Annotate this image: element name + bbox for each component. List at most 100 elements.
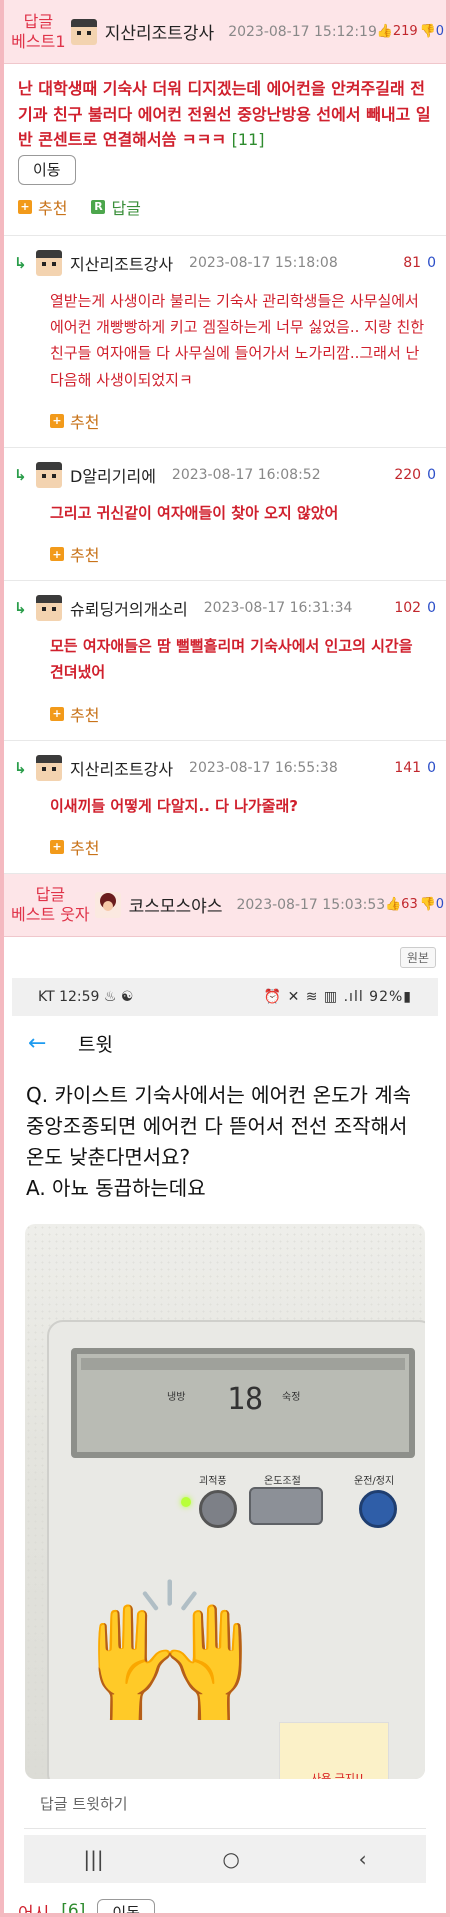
best1-label: 답글 베스트1	[6, 12, 71, 52]
best2-label-line1: 답글	[35, 884, 66, 904]
tweet-photo: 냉방 18 숙정 괴적풍 온도조절 운전/정지 사용 금지!! 🙌	[25, 1223, 425, 1779]
lcd-display: 냉방 18 숙정	[71, 1347, 415, 1458]
reply-item: ↳ 슈뢰딩거의개소리 2023-08-17 16:31:34 102 0 모든 …	[0, 580, 450, 740]
recent-apps-icon: |||	[83, 1846, 104, 1871]
reply-header: ↳ 지산리조트강사 2023-08-17 16:55:38 141 0	[14, 751, 436, 785]
recommend-label: 추천	[70, 705, 100, 725]
plus-icon: +	[50, 547, 64, 562]
reply-item: ↳ 지산리조트강사 2023-08-17 16:55:38 141 0 이새끼들…	[0, 739, 450, 873]
sticker-text: 사용 금지!!	[311, 1771, 364, 1779]
best1-comment: 난 대학생때 기숙사 더워 디지겠는데 에어컨을 안켜주길래 전기과 친구 불러…	[18, 79, 431, 150]
reply-arrow-icon: ↳	[14, 465, 27, 484]
original-image-button[interactable]: 원본	[399, 946, 436, 968]
device-label-fan: 괴적풍	[199, 1475, 227, 1487]
reply-actions: + 추천	[14, 399, 436, 441]
avatar[interactable]	[36, 461, 62, 488]
recommend-label: 추천	[38, 198, 68, 218]
reply-text: 이새끼들 어떻게 다알지.. 다 나가줄래?	[50, 796, 298, 815]
recommend-button[interactable]: + 추천	[50, 702, 436, 726]
reply-arrow-icon: ↳	[14, 599, 27, 618]
action-row: + 추천 R 답글	[18, 185, 432, 227]
avatar[interactable]	[36, 754, 62, 781]
votes-up: 141	[394, 759, 422, 776]
reply-header: ↳ D알리기리에 2023-08-17 16:08:52 220 0	[14, 458, 436, 492]
avatar[interactable]	[36, 595, 62, 622]
raised-hands-icon: 🙌	[83, 1571, 258, 1735]
best1-label-line2: 베스트1	[11, 31, 66, 51]
back-arrow-icon: ←	[28, 1031, 47, 1057]
votes-down: 0	[435, 897, 444, 913]
thumbs-up-icon[interactable]: 👍	[377, 24, 393, 39]
best2-label: 답글 베스트 웃자	[6, 885, 95, 925]
avatar[interactable]	[94, 891, 121, 918]
username[interactable]: 슈뢰딩거의개소리	[70, 596, 188, 620]
username[interactable]: D알리기리에	[70, 463, 156, 487]
temp-arrows	[249, 1486, 323, 1525]
post-date: 2023-08-17 16:08:52	[171, 466, 321, 483]
vote-counts: 👍 219 👎 0	[377, 24, 444, 39]
reply-text: 열받는게 사생이라 불리는 기숙사 관리학생들은 사무실에서 에어컨 개빵빵하게…	[50, 291, 425, 389]
fan-knob	[199, 1489, 237, 1528]
footer-line: 어시 [6] 이동	[18, 1897, 432, 1917]
move-button[interactable]: 이동	[97, 1898, 155, 1917]
recommend-label: 추천	[70, 412, 100, 432]
reply-label: 답글	[111, 198, 141, 218]
home-icon: ○	[222, 1846, 240, 1871]
tweet-text: Q. 카이스트 기숙사에서는 에어컨 온도가 계속 중앙조종되면 에어컨 다 뜯…	[26, 1082, 412, 1200]
tweet-header: ← 트윗	[12, 1016, 438, 1072]
recommend-button[interactable]: + 추천	[18, 195, 67, 219]
thumbs-up-icon[interactable]: 👍	[385, 897, 401, 912]
post-date: 2023-08-17 15:18:08	[189, 254, 338, 271]
username[interactable]: 지산리조트강사	[70, 251, 173, 275]
status-led	[181, 1496, 191, 1507]
username[interactable]: 코스모스야스	[129, 892, 223, 917]
recommend-button[interactable]: + 추천	[50, 542, 436, 566]
phone-status-bar: KT 12:59 ♨ ☯ ⏰ ✕ ≋ ▥ .ıll 92%▮	[12, 977, 438, 1016]
reply-item: ↳ D알리기리에 2023-08-17 16:08:52 220 0 그리고 귀…	[0, 446, 450, 580]
embedded-screenshot: KT 12:59 ♨ ☯ ⏰ ✕ ≋ ▥ .ıll 92%▮ ← 트윗 Q. 카…	[12, 977, 438, 1883]
thumbs-down-icon[interactable]: 👎	[420, 24, 436, 39]
device-label-temp: 온도조절	[264, 1475, 301, 1487]
avatar[interactable]	[70, 18, 97, 45]
reply-count: [11]	[231, 130, 265, 150]
username[interactable]: 지산리조트강사	[105, 19, 214, 44]
recommend-button[interactable]: + 추천	[50, 409, 436, 433]
username[interactable]: 지산리조트강사	[70, 756, 173, 780]
votes-down: 0	[427, 254, 436, 271]
best2-header: 답글 베스트 웃자 코스모스야스 2023-08-17 15:03:53 👍 6…	[0, 872, 450, 937]
recommend-label: 추천	[70, 546, 100, 566]
votes-up: 219	[392, 24, 418, 39]
reply-arrow-icon: ↳	[14, 253, 27, 272]
votes-up: 81	[403, 254, 422, 271]
plus-icon: +	[18, 199, 32, 214]
votes-up: 102	[394, 600, 422, 617]
plus-icon: +	[50, 413, 64, 428]
avatar[interactable]	[36, 249, 62, 276]
device-label-power: 운전/정지	[354, 1475, 395, 1487]
best1-text: 난 대학생때 기숙사 더워 디지겠는데 에어컨을 안켜주길래 전기과 친구 불러…	[18, 76, 432, 185]
reply-button[interactable]: R 답글	[91, 195, 141, 219]
original-wrap: 원본	[0, 937, 450, 974]
footer: 어시 [6] 이동 + 추천 R 답글	[0, 1883, 450, 1917]
recommend-button[interactable]: + 추천	[50, 835, 436, 859]
thumbs-down-icon[interactable]: 👎	[420, 897, 436, 912]
tweet-title: 트윗	[78, 1034, 113, 1057]
reply-text: 그리고 귀신같이 여자애들이 찾아 오지 않았어	[50, 503, 339, 522]
lcd-left-label: 냉방	[167, 1391, 186, 1403]
reply-actions: + 추천	[14, 825, 436, 867]
best1-body: 난 대학생때 기숙사 더워 디지겠는데 에어컨을 안켜주길래 전기과 친구 불러…	[0, 64, 450, 235]
move-button[interactable]: 이동	[18, 154, 76, 185]
votes-down: 0	[427, 759, 436, 776]
reply-arrow-icon: ↳	[14, 758, 27, 777]
recommend-label: 추천	[70, 838, 100, 858]
power-knob	[359, 1489, 397, 1528]
reply-header: ↳ 슈뢰딩거의개소리 2023-08-17 16:31:34 102 0	[14, 591, 436, 625]
android-navbar: ||| ○ ‹	[24, 1834, 426, 1883]
best1-label-line1: 답글	[23, 11, 54, 31]
lcd-right-label: 숙정	[282, 1391, 301, 1403]
reply-r-icon: R	[91, 199, 106, 214]
votes-up: 220	[394, 466, 422, 483]
plus-icon: +	[50, 706, 64, 721]
post-date: 2023-08-17 15:12:19	[228, 23, 377, 40]
best1-header: 답글 베스트1 지산리조트강사 2023-08-17 15:12:19 👍 21…	[0, 0, 450, 64]
